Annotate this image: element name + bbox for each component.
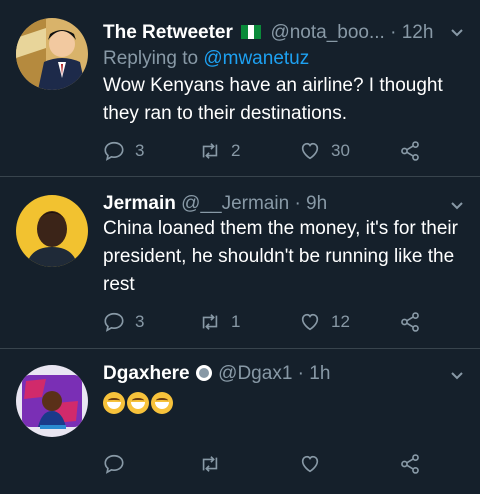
retweet-count: 2	[231, 141, 241, 160]
tweet-actions	[103, 451, 428, 477]
display-name[interactable]: Dgaxhere	[103, 363, 190, 384]
display-name[interactable]: Jermain	[103, 193, 176, 214]
tweet-text	[103, 389, 463, 417]
reply-count: 3	[135, 141, 145, 160]
nigeria-flag-icon	[241, 25, 262, 39]
timestamp[interactable]: · 1h	[298, 363, 331, 384]
tweet-2[interactable]: Jermain @__Jermain · 9h China loaned the…	[0, 177, 480, 348]
share-button[interactable]	[399, 309, 421, 335]
retweet-button[interactable]: 2	[199, 138, 240, 164]
like-icon	[301, 142, 319, 160]
reply-button[interactable]: 3	[103, 138, 144, 164]
share-icon	[401, 141, 419, 161]
reply-button[interactable]	[103, 451, 125, 477]
tweet-header: The Retweeter @nota_boo... · 12h	[103, 22, 433, 44]
share-button[interactable]	[399, 451, 421, 477]
chevron-down-icon[interactable]	[450, 371, 464, 381]
replying-to: Replying to @mwanetuz	[103, 48, 310, 69]
verified-badge-icon	[195, 365, 212, 381]
like-button[interactable]: 30	[299, 138, 350, 164]
share-icon	[401, 454, 419, 474]
retweet-icon	[202, 143, 218, 159]
like-button[interactable]	[299, 451, 321, 477]
like-count: 30	[331, 141, 350, 160]
tweet-3[interactable]: Dgaxhere @Dgax1 · 1h	[0, 349, 480, 494]
tweet-actions: 3 2 30	[103, 138, 428, 164]
username[interactable]: @Dgax1	[218, 363, 292, 384]
timestamp[interactable]: · 12h	[390, 22, 433, 43]
tweet-header: Jermain @__Jermain · 9h	[103, 193, 327, 215]
avatar[interactable]	[16, 195, 88, 267]
avatar[interactable]	[16, 18, 88, 90]
retweet-button[interactable]	[199, 451, 221, 477]
username[interactable]: @__Jermain	[181, 193, 289, 214]
tweet-actions: 3 1 12	[103, 309, 428, 335]
share-icon	[401, 312, 419, 332]
like-icon	[301, 313, 319, 331]
reply-icon	[104, 312, 124, 332]
reply-button[interactable]: 3	[103, 309, 144, 335]
like-count: 12	[331, 312, 350, 331]
retweet-icon	[202, 456, 218, 472]
retweet-icon	[202, 314, 218, 330]
chevron-down-icon[interactable]	[450, 28, 464, 38]
tweet-1[interactable]: The Retweeter @nota_boo... · 12h Replyin…	[0, 0, 480, 176]
display-name[interactable]: The Retweeter	[103, 22, 233, 43]
timestamp[interactable]: · 9h	[294, 193, 327, 214]
reply-icon	[104, 454, 124, 474]
retweet-count: 1	[231, 312, 241, 331]
username[interactable]: @nota_boo...	[270, 22, 384, 43]
avatar[interactable]	[16, 365, 88, 437]
grinning-emoji-icon	[103, 391, 125, 414]
grinning-emoji-icon	[151, 391, 173, 414]
tweet-header: Dgaxhere @Dgax1 · 1h	[103, 363, 330, 385]
like-icon	[301, 455, 319, 473]
grinning-emoji-icon	[127, 391, 149, 414]
chevron-down-icon[interactable]	[450, 201, 464, 211]
mention-link[interactable]: @mwanetuz	[203, 48, 309, 69]
reply-count: 3	[135, 312, 145, 331]
tweet-text: China loaned them the money, it's for th…	[103, 218, 458, 295]
reply-icon	[104, 141, 124, 161]
retweet-button[interactable]: 1	[199, 309, 240, 335]
share-button[interactable]	[399, 138, 421, 164]
tweet-text: Wow Kenyans have an airline? I thought t…	[103, 75, 443, 124]
like-button[interactable]: 12	[299, 309, 350, 335]
